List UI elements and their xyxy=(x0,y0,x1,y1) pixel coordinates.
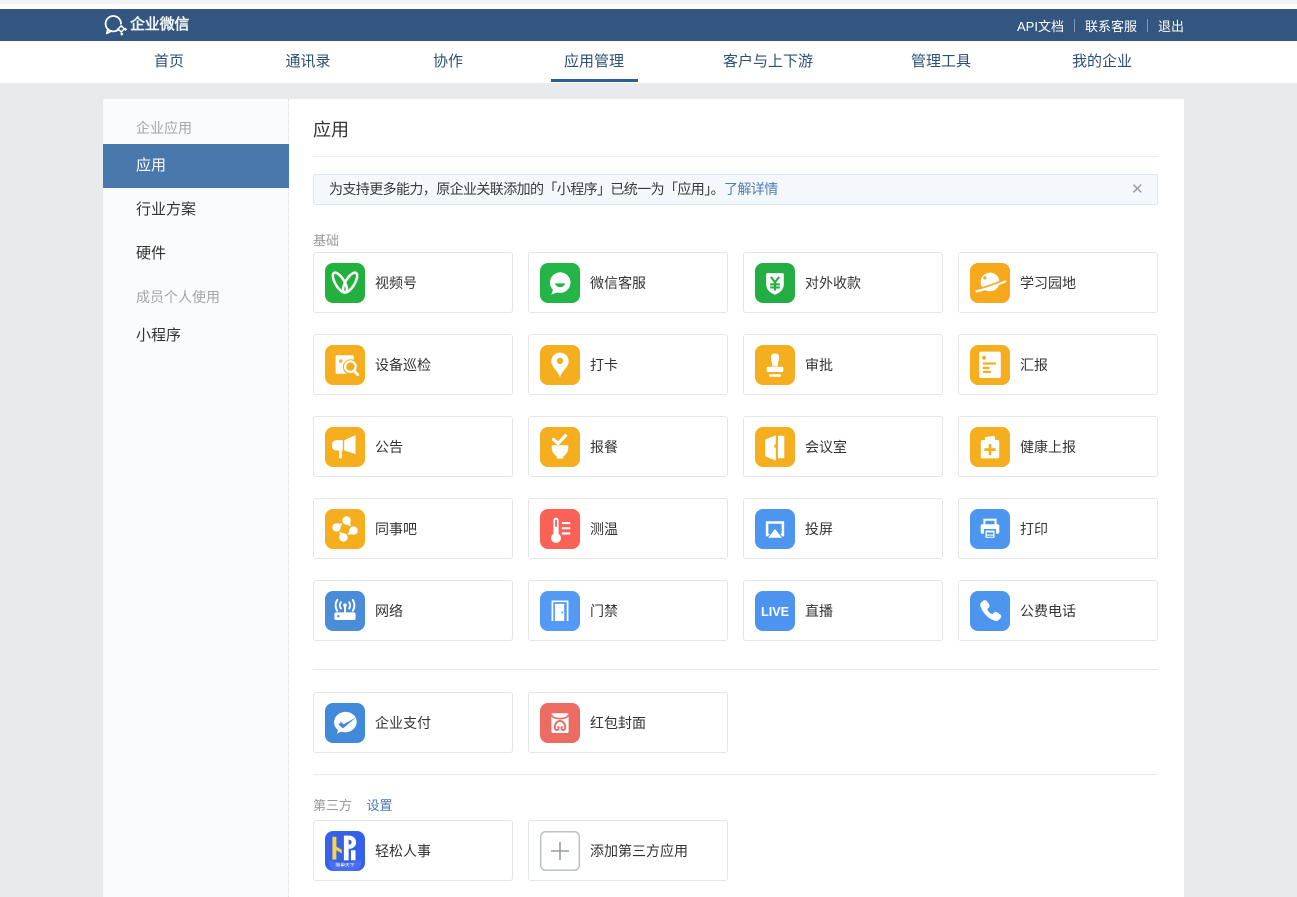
svg-text:简单天下: 简单天下 xyxy=(335,862,354,869)
svg-text:LIVE: LIVE xyxy=(761,605,789,619)
